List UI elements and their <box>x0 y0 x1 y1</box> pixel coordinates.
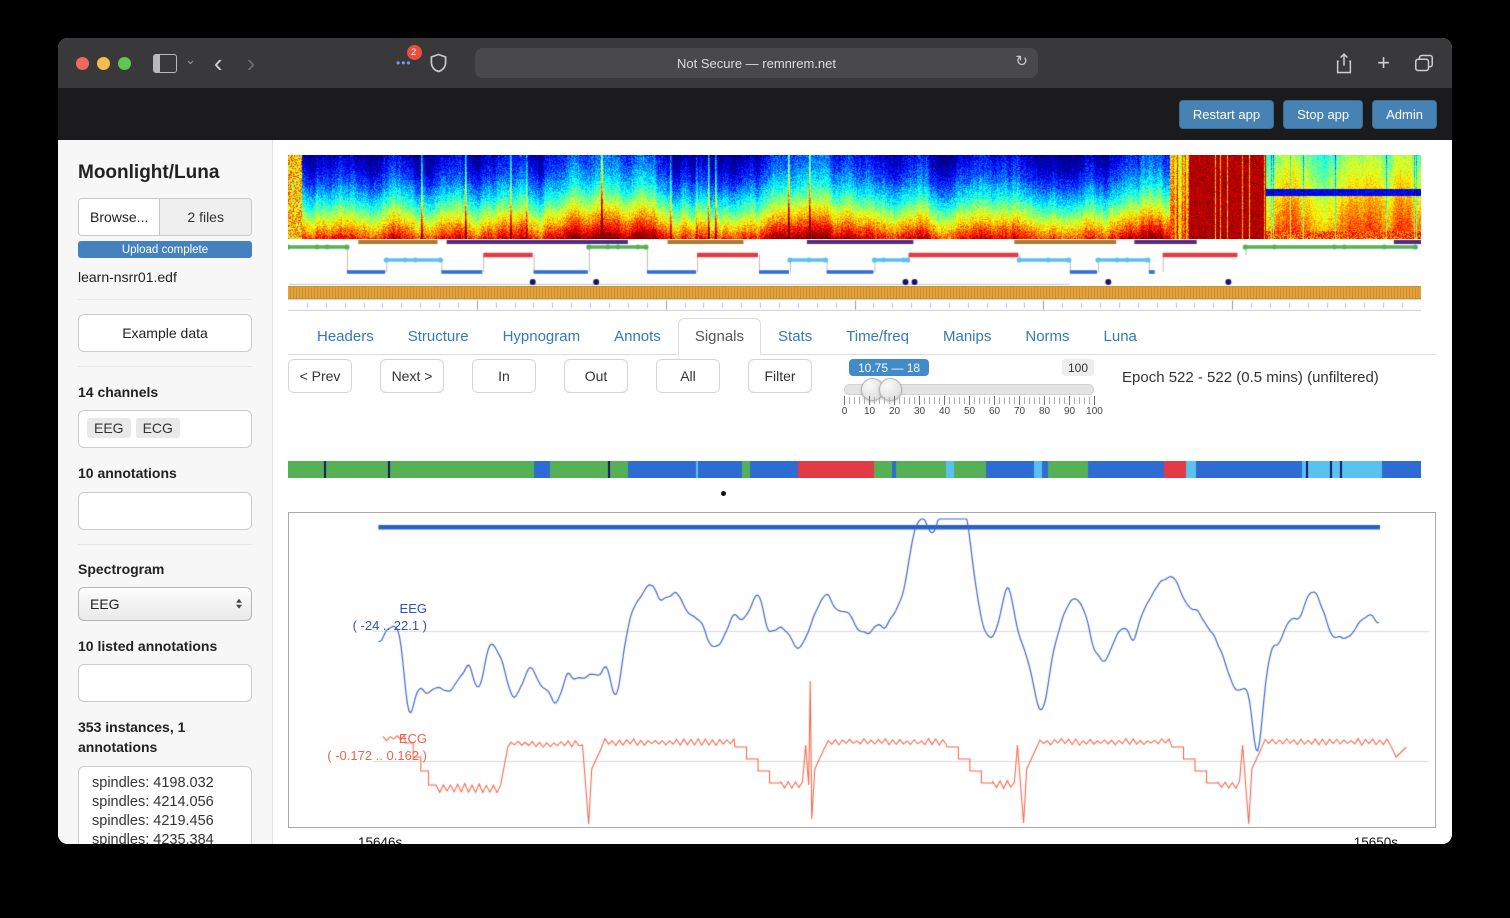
annotations-select-box[interactable] <box>78 492 252 530</box>
divider <box>78 366 252 367</box>
time-ruler-canvas <box>288 299 1421 311</box>
tab-norms[interactable]: Norms <box>1008 318 1086 355</box>
extension-badge: 2 <box>407 45 422 60</box>
zoom-out-button[interactable]: Out <box>564 359 628 393</box>
stop-app-button[interactable]: Stop app <box>1283 100 1363 129</box>
restart-app-button[interactable]: Restart app <box>1179 100 1274 129</box>
extensions-icon[interactable]: •••2 <box>396 56 412 70</box>
select-arrows-icon <box>236 599 242 610</box>
tab-manips[interactable]: Manips <box>926 318 1008 355</box>
new-tab-icon[interactable]: + <box>1377 52 1390 74</box>
signal-plot[interactable]: EEG ( -24 .. 22.1 ) ECG ( -0.172 .. 0.16… <box>288 512 1436 828</box>
tab-structure[interactable]: Structure <box>391 318 486 355</box>
content-blocker-shield-icon[interactable] <box>430 53 447 73</box>
tab-signals[interactable]: Signals <box>678 318 761 355</box>
sidebar: Moonlight/Luna Browse... 2 files Upload … <box>58 140 273 844</box>
nav-cluster: ⌄ ‹ › <box>153 50 265 76</box>
url-text: Not Secure — remnrem.net <box>677 56 836 71</box>
list-item[interactable]: spindles: 4198.032 <box>92 774 245 793</box>
tab-timefreq[interactable]: Time/freq <box>829 318 926 355</box>
close-window-button[interactable] <box>76 57 89 70</box>
spectrogram-selected-value: EEG <box>90 596 120 612</box>
eeg-trace-label: EEG ( -24 .. 22.1 ) <box>295 601 427 635</box>
instances-count-label: 353 instances, 1 annotations <box>78 717 252 758</box>
signals-canvas[interactable] <box>289 513 1435 827</box>
spectrogram-label: Spectrogram <box>78 559 252 579</box>
reload-button[interactable]: ↻ <box>1015 52 1028 70</box>
epoch-band[interactable] <box>288 286 1421 299</box>
listed-annotations-label: 10 listed annotations <box>78 636 252 656</box>
traffic-lights <box>76 57 131 70</box>
file-upload-input[interactable]: Browse... 2 files <box>78 198 252 236</box>
channel-tag-eeg[interactable]: EEG <box>87 418 131 438</box>
loaded-file-name: learn-nsrr01.edf <box>78 269 252 285</box>
browser-window: ⌄ ‹ › •••2 Not Secure — remnrem.net ↻ + … <box>58 38 1452 844</box>
spectrogram-canvas[interactable] <box>288 155 1421 239</box>
zoom-window-button[interactable] <box>118 57 131 70</box>
chevron-down-icon[interactable]: ⌄ <box>185 52 196 68</box>
tab-luna[interactable]: Luna <box>1087 318 1154 355</box>
all-button[interactable]: All <box>656 359 720 393</box>
filter-button[interactable]: Filter <box>748 359 812 393</box>
divider <box>78 299 252 300</box>
ecg-trace-label: ECG ( -0.172 .. 0.162 ) <box>295 731 427 765</box>
spectrogram-channel-select[interactable]: EEG <box>78 587 252 621</box>
axis-end-label: 15650s <box>1354 835 1398 844</box>
files-count-label: 2 files <box>160 199 251 235</box>
epoch-info-label: Epoch 522 - 522 (0.5 mins) (unfiltered) <box>1122 369 1379 386</box>
current-epoch-dot <box>721 491 726 496</box>
minimize-window-button[interactable] <box>97 57 110 70</box>
zoom-in-button[interactable]: In <box>472 359 536 393</box>
epoch-range-slider[interactable]: 10.75 — 18 100 0 10 20 30 40 50 60 70 80 <box>844 359 1094 417</box>
tab-overview-icon[interactable] <box>1414 54 1434 72</box>
extensions-cluster: •••2 <box>396 38 447 88</box>
prev-epoch-button[interactable]: < Prev <box>288 359 352 393</box>
sidebar-toggle-icon[interactable] <box>153 54 177 73</box>
toolbar-right-icons: + <box>1335 38 1434 88</box>
axis-start-label: 15646s <box>358 835 402 844</box>
main-panel: Headers Structure Hypnogram Annots Signa… <box>273 140 1452 844</box>
epoch-indicator-row <box>288 478 1436 512</box>
slider-max-label: 100 <box>1062 359 1094 376</box>
tab-stats[interactable]: Stats <box>761 318 829 355</box>
next-epoch-button[interactable]: Next > <box>380 359 444 393</box>
slider-value-label: 10.75 — 18 <box>849 359 929 376</box>
annotations-canvas[interactable] <box>288 239 1421 286</box>
listed-annotations-box[interactable] <box>78 664 252 702</box>
browser-toolbar: ⌄ ‹ › •••2 Not Secure — remnrem.net ↻ + <box>58 38 1452 88</box>
list-item[interactable]: spindles: 4219.456 <box>92 812 245 831</box>
share-icon[interactable] <box>1335 53 1353 74</box>
signal-controls: < Prev Next > In Out All Filter 10.75 — … <box>288 359 1436 417</box>
channels-select-box[interactable]: EEGECG <box>78 410 252 448</box>
channel-tag-ecg[interactable]: ECG <box>136 418 180 438</box>
annotations-count-label: 10 annotations <box>78 463 252 483</box>
divider <box>78 544 252 545</box>
instances-list[interactable]: spindles: 4198.032 spindles: 4214.056 sp… <box>78 766 252 844</box>
channels-count-label: 14 channels <box>78 382 252 402</box>
back-button[interactable]: ‹ <box>204 50 233 76</box>
list-item[interactable]: spindles: 4235.384 <box>92 831 245 844</box>
app-title: Moonlight/Luna <box>78 162 252 184</box>
browse-button[interactable]: Browse... <box>79 199 160 235</box>
example-data-button[interactable]: Example data <box>78 314 252 352</box>
app-header: Restart app Stop app Admin <box>58 88 1452 140</box>
upload-progress-bar: Upload complete <box>78 241 252 258</box>
forward-button[interactable]: › <box>237 50 266 76</box>
admin-button[interactable]: Admin <box>1372 100 1437 129</box>
list-item[interactable]: spindles: 4214.056 <box>92 793 245 812</box>
stage-strip-canvas[interactable] <box>288 461 1421 478</box>
tab-annots[interactable]: Annots <box>597 318 678 355</box>
tab-bar: Headers Structure Hypnogram Annots Signa… <box>288 317 1436 355</box>
tab-hypnogram[interactable]: Hypnogram <box>486 318 598 355</box>
time-axis: 15646s 15650s <box>358 835 1398 844</box>
tab-headers[interactable]: Headers <box>300 318 391 355</box>
url-field[interactable]: Not Secure — remnrem.net ↻ <box>475 48 1038 78</box>
